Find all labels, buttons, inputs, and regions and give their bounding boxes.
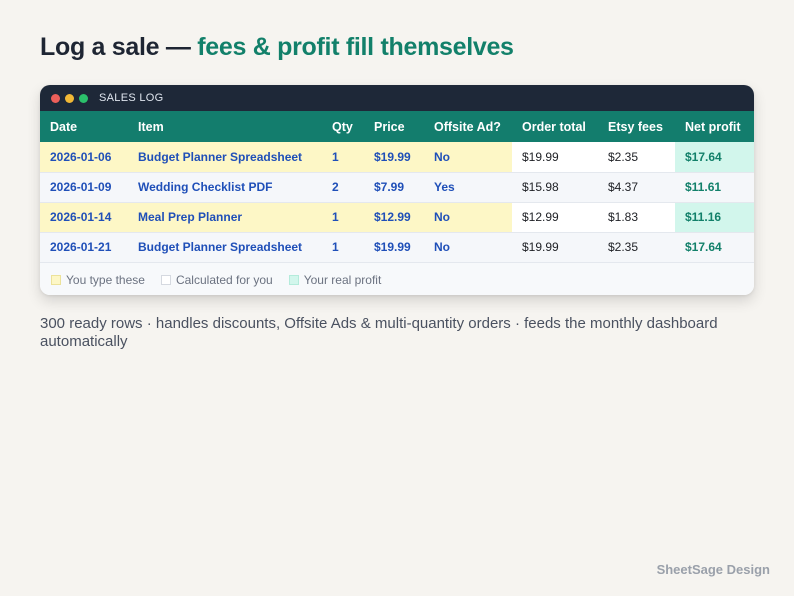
table-row: 2026-01-21 Budget Planner Spreadsheet 1 …: [40, 232, 754, 263]
sales-table: Date Item Qty Price Offsite Ad? Order to…: [40, 111, 754, 263]
minimize-dot-icon[interactable]: [65, 93, 74, 103]
column-header-offsite-ad[interactable]: Offsite Ad?: [424, 111, 512, 142]
column-header-etsy-fees[interactable]: Etsy fees: [598, 111, 675, 142]
cell-item[interactable]: Budget Planner Spreadsheet: [128, 232, 322, 263]
cell-qty[interactable]: 1: [322, 232, 364, 263]
cell-item[interactable]: Meal Prep Planner: [128, 202, 322, 233]
cell-offsite-ad[interactable]: No: [424, 202, 512, 233]
column-header-order-total[interactable]: Order total: [512, 111, 598, 142]
legend-item-calculated: Calculated for you: [160, 272, 273, 287]
column-header-qty[interactable]: Qty: [322, 111, 364, 142]
cell-net-profit[interactable]: $11.16: [675, 202, 754, 233]
cell-offsite-ad[interactable]: No: [424, 232, 512, 263]
legend-label-input: You type these: [66, 272, 145, 287]
close-dot-icon[interactable]: [51, 93, 60, 103]
cell-date[interactable]: 2026-01-06: [40, 142, 128, 173]
table-row: 2026-01-14 Meal Prep Planner 1 $12.99 No…: [40, 202, 754, 233]
feature-caption: 300 ready rows · handles discounts, Offs…: [40, 315, 718, 350]
cell-price[interactable]: $19.99: [364, 142, 424, 173]
cell-date[interactable]: 2026-01-21: [40, 232, 128, 263]
column-header-item[interactable]: Item: [128, 111, 322, 142]
cell-etsy-fees[interactable]: $4.37: [598, 172, 675, 203]
maximize-dot-icon[interactable]: [79, 93, 88, 103]
legend-label-profit: Your real profit: [303, 272, 382, 287]
brand-name: SheetSage Design: [656, 562, 770, 577]
cell-etsy-fees[interactable]: $2.35: [598, 142, 675, 173]
cell-price[interactable]: $19.99: [364, 232, 424, 263]
cell-date[interactable]: 2026-01-14: [40, 202, 128, 233]
column-header-price[interactable]: Price: [364, 111, 424, 142]
cell-net-profit[interactable]: $11.61: [675, 172, 754, 203]
window-titlebar: SALES LOG: [40, 85, 754, 111]
sales-log-window: SALES LOG Date Item Qty Price Offsite Ad…: [40, 85, 754, 295]
cell-etsy-fees[interactable]: $1.83: [598, 202, 675, 233]
cell-offsite-ad[interactable]: No: [424, 142, 512, 173]
column-header-net-profit[interactable]: Net profit: [675, 111, 754, 142]
cell-order-total[interactable]: $15.98: [512, 172, 598, 203]
table-row: 2026-01-06 Budget Planner Spreadsheet 1 …: [40, 142, 754, 173]
column-header-date[interactable]: Date: [40, 111, 128, 142]
mint-swatch-icon: [288, 274, 299, 285]
cell-order-total[interactable]: $12.99: [512, 202, 598, 233]
table-header-row: Date Item Qty Price Offsite Ad? Order to…: [40, 111, 754, 142]
cell-item[interactable]: Wedding Checklist PDF: [128, 172, 322, 203]
cell-qty[interactable]: 2: [322, 172, 364, 203]
yellow-swatch-icon: [51, 274, 61, 285]
cell-net-profit[interactable]: $17.64: [675, 142, 754, 173]
window-title: SALES LOG: [99, 92, 164, 104]
color-legend: You type these Calculated for you Your r…: [40, 262, 754, 295]
cell-price[interactable]: $12.99: [364, 202, 424, 233]
table-row: 2026-01-09 Wedding Checklist PDF 2 $7.99…: [40, 172, 754, 203]
headline-accent: fees & profit fill themselves: [197, 33, 514, 61]
cell-net-profit[interactable]: $17.64: [675, 232, 754, 263]
cell-price[interactable]: $7.99: [364, 172, 424, 203]
headline-main: Log a sale —: [40, 33, 198, 61]
cell-qty[interactable]: 1: [322, 142, 364, 173]
legend-item-input: You type these: [51, 273, 145, 287]
cell-date[interactable]: 2026-01-09: [40, 172, 128, 203]
cell-etsy-fees[interactable]: $2.35: [598, 232, 675, 263]
white-swatch-icon: [160, 274, 171, 285]
legend-label-calculated: Calculated for you: [175, 272, 273, 287]
cell-offsite-ad[interactable]: Yes: [424, 172, 512, 203]
cell-qty[interactable]: 1: [322, 202, 364, 233]
cell-order-total[interactable]: $19.99: [512, 142, 598, 173]
cell-item[interactable]: Budget Planner Spreadsheet: [128, 142, 322, 173]
legend-item-profit: Your real profit: [288, 272, 382, 287]
cell-order-total[interactable]: $19.99: [512, 232, 598, 263]
page-headline: Log a sale — fees & profit fill themselv…: [40, 33, 514, 62]
